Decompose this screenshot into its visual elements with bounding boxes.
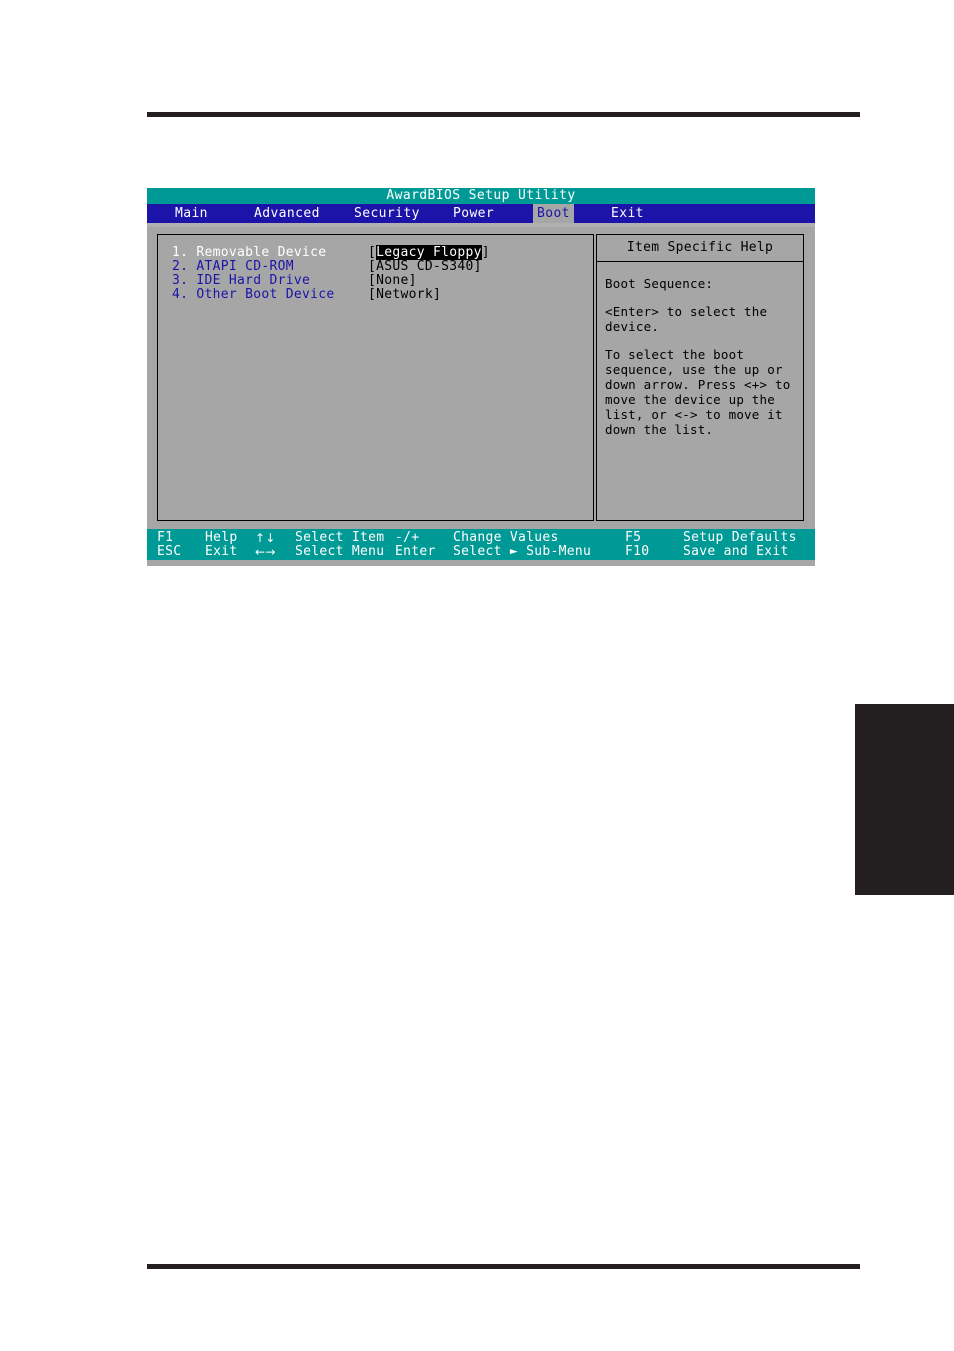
function-key-action: Save and Exit <box>683 544 789 559</box>
boot-device-row[interactable]: 3. IDE Hard Drive [None] <box>172 274 593 288</box>
boot-device-value[interactable]: [None] <box>368 273 417 288</box>
boot-device-value[interactable]: [Legacy Floppy] <box>368 245 490 260</box>
boot-device-row[interactable]: 1. Removable Device [Legacy Floppy] <box>172 245 593 260</box>
help-panel-title: Item Specific Help <box>597 235 803 262</box>
boot-order-panel: 1. Removable Device [Legacy Floppy] 2. ATA… <box>157 234 594 521</box>
boot-order-list: 1. Removable Device [Legacy Floppy] 2. ATA… <box>158 235 593 302</box>
function-key-action: Select Item <box>295 530 385 545</box>
help-paragraph: To select the boot sequence, use the up … <box>605 347 791 437</box>
boot-device-row[interactable]: 2. ATAPI CD-ROM [ASUS CD-S340] <box>172 260 593 274</box>
menu-tab-security[interactable]: Security <box>350 204 424 223</box>
function-key-bar: F1 Help ↑↓ Select Item -/+ Change Values F5 Set… <box>147 529 815 560</box>
boot-device-value[interactable]: [ASUS CD-S340] <box>368 259 482 274</box>
function-key-name: ↑↓ <box>255 531 276 545</box>
function-key-action: Help <box>205 530 238 545</box>
bios-setup-window: AwardBIOS Setup Utility Main Advanced Secu… <box>147 188 815 566</box>
function-key-name: ←→ <box>255 545 276 559</box>
help-panel-body: Boot Sequence: <Enter> to select the devi… <box>597 262 803 437</box>
function-key-name: ESC <box>157 544 182 559</box>
function-key-action: Select Menu <box>295 544 385 559</box>
menu-bar: Main Advanced Security Power Boot Exit <box>147 204 815 223</box>
menu-tab-power[interactable]: Power <box>449 204 498 223</box>
function-key-action: Select ► Sub-Menu <box>453 544 592 559</box>
boot-device-value[interactable]: [Network] <box>368 287 441 302</box>
page-top-rule <box>147 112 860 117</box>
menu-tab-exit[interactable]: Exit <box>607 204 648 223</box>
function-key-name: F10 <box>625 544 650 559</box>
boot-device-label: 3. IDE Hard Drive <box>172 273 311 288</box>
menu-tab-main[interactable]: Main <box>171 204 212 223</box>
page-bottom-rule <box>147 1264 860 1269</box>
item-specific-help-panel: Item Specific Help Boot Sequence: <Enter>… <box>596 234 804 521</box>
function-key-name: Enter <box>395 544 436 559</box>
function-key-action: Change Values <box>453 530 559 545</box>
function-key-name: -/+ <box>395 530 420 545</box>
menu-tab-advanced[interactable]: Advanced <box>250 204 324 223</box>
help-paragraph: Boot Sequence: <box>605 276 714 291</box>
boot-device-label: 4. Other Boot Device <box>172 287 335 302</box>
function-key-action: Setup Defaults <box>683 530 797 545</box>
selected-value-highlight: Legacy Floppy <box>376 245 482 260</box>
boot-device-row[interactable]: 4. Other Boot Device [Network] <box>172 288 593 302</box>
help-paragraph: <Enter> to select the device. <box>605 304 768 334</box>
page-side-tab <box>855 704 954 895</box>
menu-tab-boot[interactable]: Boot <box>533 204 574 223</box>
boot-device-label: 2. ATAPI CD-ROM <box>172 259 294 274</box>
function-key-action: Exit <box>205 544 238 559</box>
boot-device-label: 1. Removable Device <box>172 245 327 260</box>
bios-body: 1. Removable Device [Legacy Floppy] 2. ATA… <box>147 227 815 529</box>
function-key-name: F1 <box>157 530 174 545</box>
function-key-name: F5 <box>625 530 642 545</box>
window-title: AwardBIOS Setup Utility <box>147 188 815 204</box>
